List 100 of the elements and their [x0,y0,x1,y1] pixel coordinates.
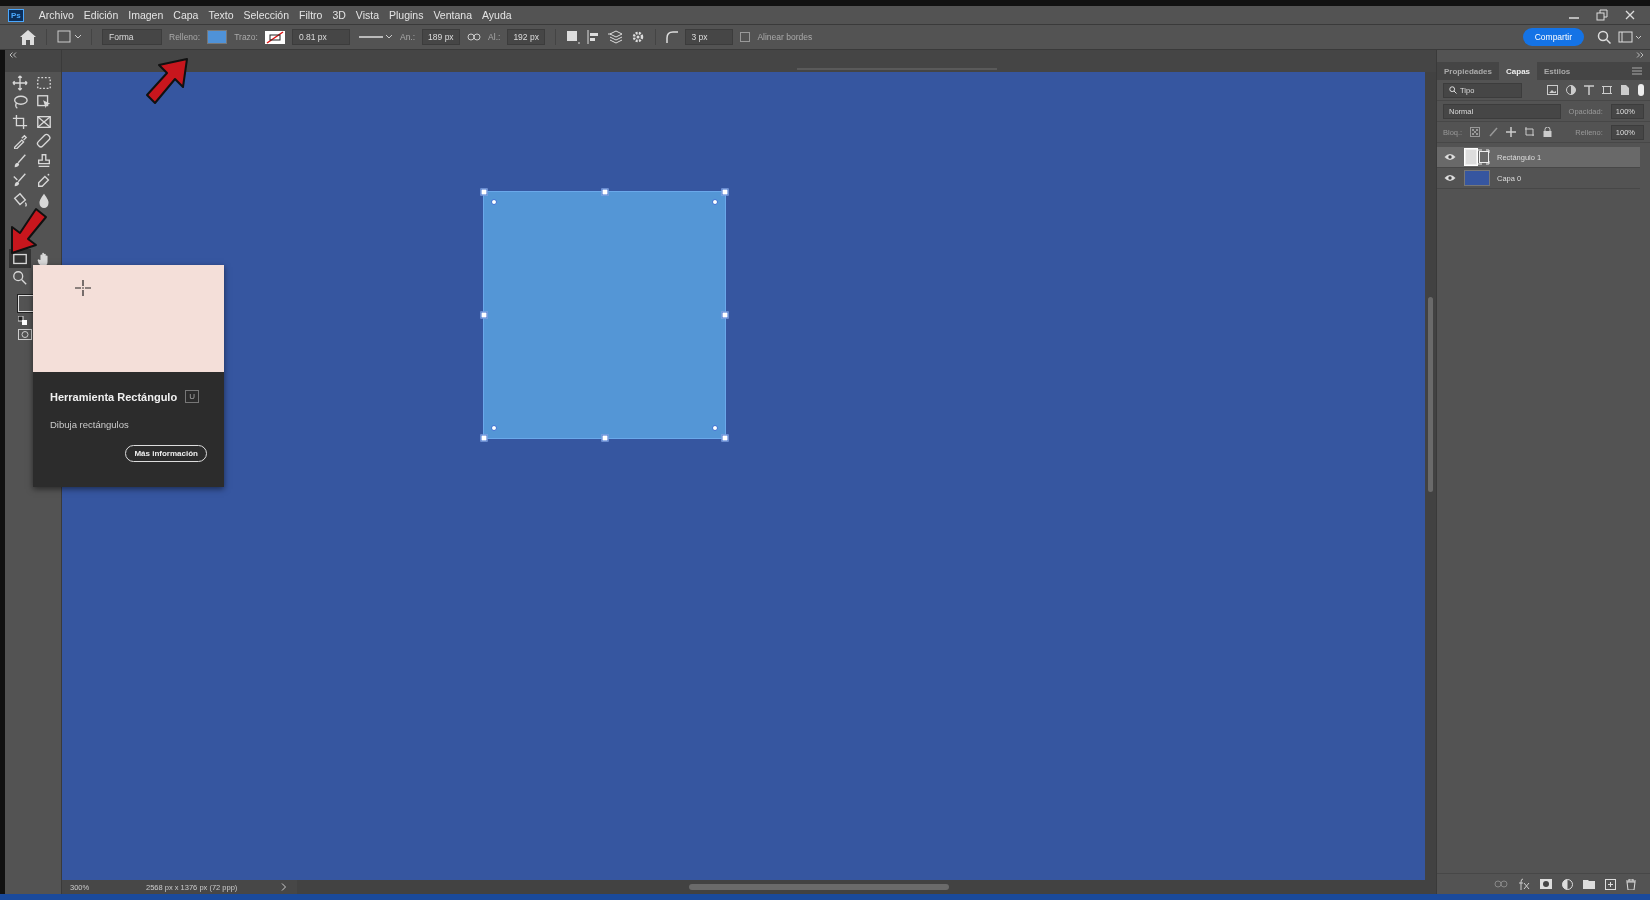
align-edges-label: Alinear bordes [757,32,813,42]
lock-icon[interactable] [1543,127,1553,137]
workspace-icon[interactable] [1618,31,1642,43]
menu-item[interactable]: Imagen [123,9,169,21]
menu-item[interactable]: Texto [203,9,239,21]
radius-handle[interactable] [490,425,497,432]
path-arrangement-icon[interactable] [608,30,625,44]
stroke-label: Trazo: [234,32,258,42]
link-icon[interactable] [467,33,482,41]
menu-item[interactable]: Edición [78,9,124,21]
quick-mask-icon[interactable] [18,328,32,340]
app-logo: Ps [8,8,24,22]
pointer-arrow [8,207,48,255]
shape-filter-icon[interactable] [1602,85,1612,95]
healing-icon [36,133,52,150]
transform-handle[interactable] [721,311,729,319]
filter-toggle[interactable] [1638,84,1644,96]
collapse-icon[interactable] [9,52,17,58]
swap-colors-icon[interactable] [18,315,27,325]
transform-handle[interactable] [721,434,729,442]
shape-mode-dropdown[interactable]: Forma [102,29,162,45]
menu-item[interactable]: 3D [327,9,351,21]
move-icon [12,74,28,91]
eyedropper-icon [12,133,28,150]
shortcut-key: U [185,390,199,403]
transform-handle[interactable] [480,434,488,442]
move-icon[interactable] [1506,127,1517,137]
menu-item[interactable]: Filtro [294,9,328,21]
type-filter-icon[interactable] [1584,85,1594,95]
menu-item[interactable]: Ventana [428,9,477,21]
shape-thumbnail [1464,148,1490,166]
brush-icon [12,152,28,169]
crop-icon [12,113,28,130]
lasso-icon [12,94,28,111]
new-layer-icon[interactable] [1605,878,1616,890]
tooltip-description: Dibuja rectángulos [50,419,130,430]
menu-item[interactable]: Ayuda [477,9,517,21]
panel-tab[interactable]: Propiedades [1437,61,1499,81]
image-filter-icon[interactable] [1547,85,1558,95]
menu-item[interactable]: Archivo [33,9,79,21]
layer-thumbnail [1464,170,1490,186]
rectangle-tool-icon[interactable] [57,30,81,44]
crosshair-icon [75,280,91,296]
marquee-icon [36,74,52,91]
panel-tab[interactable]: Estilos [1537,61,1578,81]
align-edges-checkbox[interactable] [740,32,751,42]
menu-item[interactable]: Vista [350,9,384,21]
radius-handle[interactable] [490,198,497,205]
settings-icon[interactable] [631,30,646,44]
path-operations-icon[interactable] [566,30,581,44]
radius-field[interactable]: 3 px [685,29,734,45]
restore-icon[interactable] [1596,9,1608,21]
zoom-icon [12,270,28,287]
transform-handle[interactable] [480,311,488,319]
folder-icon[interactable] [1583,879,1595,889]
expand-icon[interactable] [1636,52,1644,58]
frame-icon [36,113,52,130]
stroke-width-dropdown[interactable]: 0.81 px [291,29,350,45]
artboard-icon[interactable] [1524,127,1536,137]
horizontal-scrollbar[interactable] [297,880,1436,894]
fill-label: Relleno: [169,32,201,42]
transform-handle[interactable] [480,188,488,196]
share-button[interactable]: Compartir [1522,28,1584,46]
mask-icon[interactable] [1540,879,1552,889]
trash-icon[interactable] [1626,878,1636,890]
tooltip-title: Herramienta Rectángulo [50,390,178,403]
transform-handle[interactable] [721,188,729,196]
adjustment-filter-icon[interactable] [1566,85,1576,95]
radius-handle[interactable] [712,425,719,432]
close-icon[interactable] [1624,9,1636,21]
effects-icon[interactable] [1518,878,1530,890]
smart-object-filter-icon[interactable] [1620,85,1630,95]
home-icon[interactable] [20,29,36,45]
eye-icon[interactable] [1444,174,1456,182]
eye-icon[interactable] [1444,153,1456,161]
lock-pixels-icon[interactable] [1470,127,1481,137]
search-icon [1449,86,1457,94]
brush-icon[interactable] [1488,127,1499,137]
width-field[interactable]: 189 px [422,29,461,45]
stamp-icon [36,152,52,169]
radius-handle[interactable] [712,198,719,205]
adjustment-layer-icon[interactable] [1562,878,1573,890]
panel-tab[interactable]: Capas [1499,61,1538,81]
menu-item[interactable]: Selección [238,9,295,21]
transform-handle[interactable] [601,188,608,196]
history-brush-icon [12,172,28,189]
move-tool[interactable] [9,73,31,92]
fill-swatch[interactable] [207,30,228,44]
menu-item[interactable]: Capa [168,9,204,21]
transform-handle[interactable] [601,434,608,442]
height-label: Al.: [488,32,501,42]
chevron-right-icon[interactable] [281,883,287,891]
menu-item[interactable]: Plugins [384,9,429,21]
corner-radius-icon [666,31,679,43]
no-stroke-swatch[interactable] [264,30,285,44]
eraser-icon [36,172,52,189]
height-field[interactable]: 192 px [507,29,546,45]
search-icon[interactable] [1597,30,1611,44]
pointer-arrow [145,57,189,105]
paint-bucket-icon [12,192,28,209]
